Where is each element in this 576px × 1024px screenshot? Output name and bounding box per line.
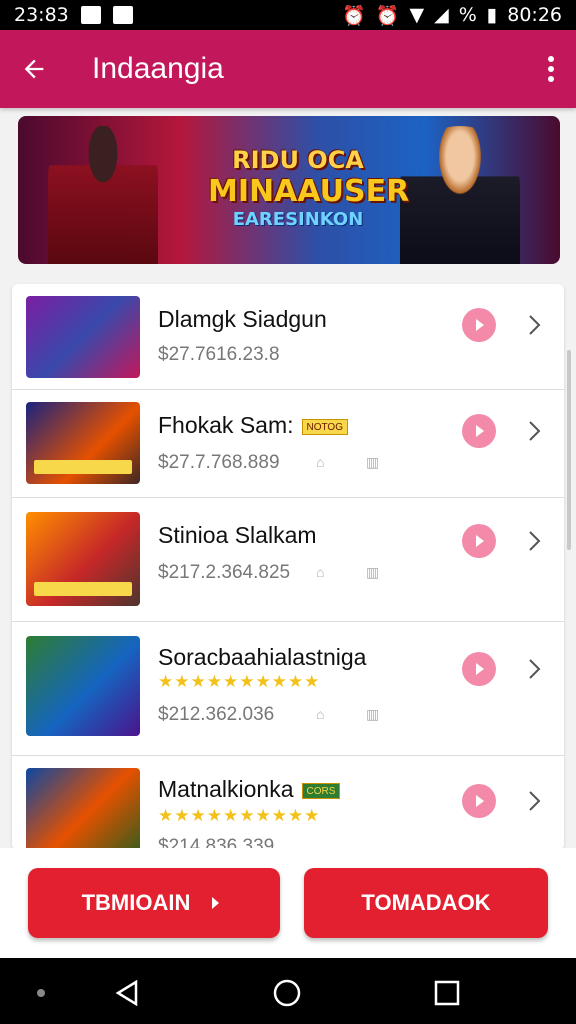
- banner-hero-left: [48, 126, 158, 264]
- game-tag: NOTOG: [301, 418, 348, 435]
- stats-icon: ▥: [366, 454, 380, 470]
- action-bar: TBMIOAIN TOMADAOK: [0, 848, 576, 958]
- home-icon: ⌂: [316, 564, 325, 580]
- list-item[interactable]: Matnalkionka CORS ★★★★★★★★★★ $214.836.339: [12, 756, 564, 850]
- play-icon[interactable]: [462, 524, 496, 558]
- stats-icon: ▥: [366, 564, 380, 580]
- back-arrow-icon[interactable]: [20, 55, 48, 83]
- game-price: $217.2.364.825: [158, 562, 291, 583]
- home-nav-icon[interactable]: [272, 978, 302, 1008]
- game-name: Stinioa Slalkam: [158, 522, 317, 548]
- chevron-right-icon[interactable]: [526, 530, 542, 552]
- status-clock-right: 80:26: [507, 4, 562, 26]
- rating-stars: ★★★★★★★★★★: [158, 806, 321, 825]
- game-thumbnail: [26, 768, 140, 850]
- chevron-right-icon[interactable]: [526, 658, 542, 680]
- play-icon[interactable]: [462, 784, 496, 818]
- chevron-right-icon[interactable]: [526, 314, 542, 336]
- promo-banner[interactable]: RIDU OCA MINAAUSER EARESINKON: [18, 116, 560, 264]
- status-time: 23:83: [14, 4, 69, 26]
- primary-action-button[interactable]: TBMIOAIN: [28, 868, 280, 938]
- app-notification-icon: [112, 6, 133, 24]
- scrollbar[interactable]: [567, 350, 571, 550]
- chevron-right-icon[interactable]: [526, 790, 542, 812]
- status-bar: 23:83 ⏰ ⏰ ▼ ◢ % ▮ 80:26: [0, 0, 576, 30]
- game-price: $212.362.036: [158, 704, 275, 725]
- banner-line2: MINAAUSER: [208, 174, 410, 209]
- back-nav-icon[interactable]: [112, 978, 142, 1008]
- rating-stars: ★★★★★★★★★★: [158, 672, 321, 691]
- nav-dot-icon: [37, 989, 45, 997]
- alarm-icon: ⏰: [342, 4, 366, 27]
- play-icon[interactable]: [462, 652, 496, 686]
- game-thumbnail: [26, 512, 140, 606]
- system-nav-bar: [0, 958, 576, 1024]
- game-name: Dlamgk Siadgun: [158, 306, 327, 332]
- list-item[interactable]: Stinioa Slalkam $217.2.364.825 ⌂ ▥: [12, 498, 564, 622]
- banner-logo: RIDU OCA MINAAUSER EARESINKON: [208, 146, 410, 230]
- game-name: Matnalkionka CORS: [158, 776, 341, 803]
- secondary-action-button[interactable]: TOMADAOK: [304, 868, 548, 938]
- game-thumbnail: [26, 636, 140, 736]
- home-icon: ⌂: [316, 454, 325, 470]
- app-bar: Indaangia: [0, 30, 576, 108]
- recents-nav-icon[interactable]: [432, 978, 462, 1008]
- alarm2-icon: ⏰: [375, 4, 400, 27]
- play-arrow-icon: [212, 897, 220, 909]
- game-thumbnail: [26, 296, 140, 378]
- secondary-action-label: TOMADAOK: [361, 890, 491, 915]
- game-name: Fhokak Sam: NOTOG: [158, 412, 348, 439]
- battery-icon: ▮: [486, 4, 498, 26]
- banner-hero-right: [400, 126, 520, 264]
- wifi-icon: ▼: [409, 4, 425, 26]
- stats-icon: ▥: [366, 706, 380, 722]
- play-icon[interactable]: [462, 414, 496, 448]
- game-list: Dlamgk Siadgun $27.7616.23.8 Fhokak Sam:…: [12, 284, 564, 850]
- game-thumbnail: [26, 402, 140, 484]
- list-item[interactable]: Dlamgk Siadgun $27.7616.23.8: [12, 284, 564, 390]
- game-tag: CORS: [301, 782, 341, 799]
- banner-line3: EARESINKON: [232, 209, 364, 230]
- more-vert-icon[interactable]: [546, 55, 556, 83]
- page-title: Indaangia: [92, 52, 224, 85]
- banner-line1: RIDU OCA: [232, 146, 364, 174]
- game-price: $27.7616.23.8: [158, 344, 280, 365]
- home-icon: ⌂: [316, 706, 325, 722]
- signal-icon: ◢: [434, 4, 449, 26]
- battery-percent: %: [458, 4, 477, 26]
- play-icon[interactable]: [462, 308, 496, 342]
- primary-action-label: TBMIOAIN: [81, 890, 191, 915]
- game-price: $27.7.768.889: [158, 452, 280, 473]
- game-name: Soracbaahialastniga: [158, 644, 367, 670]
- chevron-right-icon[interactable]: [526, 420, 542, 442]
- list-item[interactable]: Soracbaahialastniga ★★★★★★★★★★ $212.362.…: [12, 622, 564, 756]
- notification-icon: [80, 6, 101, 24]
- list-item[interactable]: Fhokak Sam: NOTOG $27.7.768.889 ⌂ ▥: [12, 390, 564, 498]
